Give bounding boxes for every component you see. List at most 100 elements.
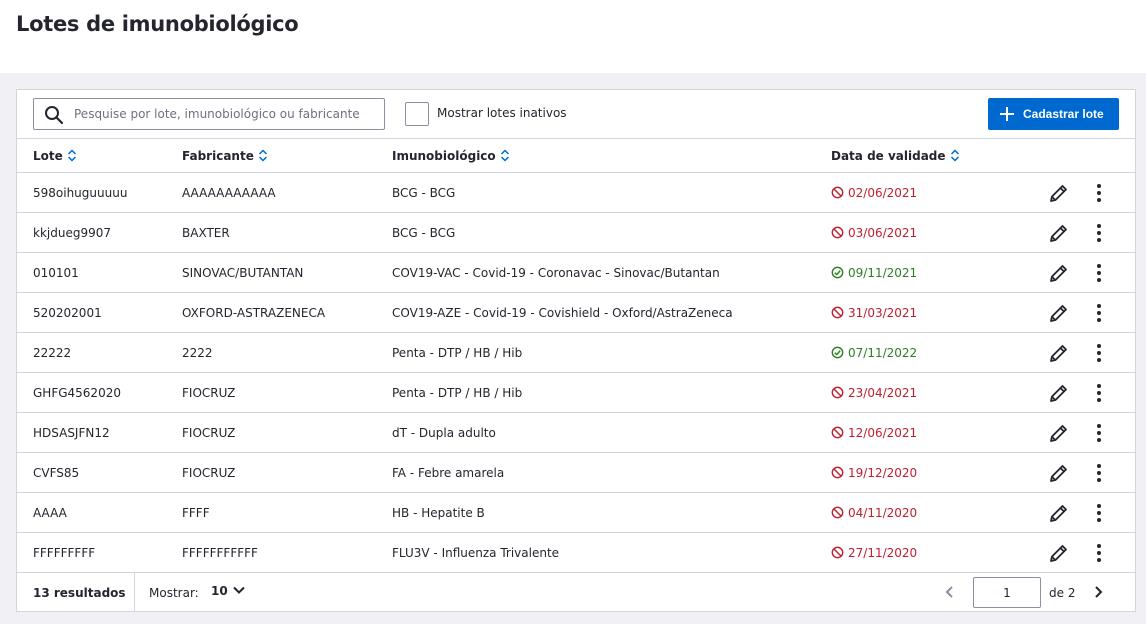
cell-data-validade: 12/06/2021 [831, 426, 917, 440]
cell-imunobiologico: BCG - BCG [392, 226, 456, 240]
pencil-icon [1050, 385, 1067, 402]
table-header: Lote Fabricante Imunobiológico Data de v… [17, 139, 1135, 173]
table-row: FFFFFFFFF FFFFFFFFFFF FLU3V - Influenza Tr… [17, 533, 1135, 573]
ban-icon [831, 426, 844, 439]
cell-data-validade: 02/06/2021 [831, 186, 917, 200]
cell-data-validade: 07/11/2022 [831, 346, 917, 360]
pencil-icon [1050, 305, 1067, 322]
add-lot-button[interactable]: Cadastrar lote [988, 98, 1119, 130]
chevron-down-icon [232, 586, 245, 594]
footer-divider [134, 573, 135, 612]
header-imunobiologico[interactable]: Imunobiológico [392, 149, 510, 163]
cell-data-validade: 23/04/2021 [831, 386, 917, 400]
cell-imunobiologico: Penta - DTP / HB / Hib [392, 346, 523, 360]
header-fabricante[interactable]: Fabricante [182, 149, 268, 163]
edit-button[interactable] [1047, 421, 1071, 445]
table-row: 010101 SINOVAC/BUTANTAN COV19-VAC - Covid-… [17, 253, 1135, 293]
more-options-button[interactable] [1087, 461, 1111, 485]
edit-button[interactable] [1047, 501, 1071, 525]
cell-fabricante: FFFF [182, 506, 210, 520]
pencil-icon [1050, 345, 1067, 362]
cell-fabricante: BAXTER [182, 226, 230, 240]
more-vertical-icon [1097, 264, 1101, 282]
edit-button[interactable] [1047, 381, 1071, 405]
cell-lote: 598oihuguuuuu [33, 186, 128, 200]
cell-data-validade: 09/11/2021 [831, 266, 917, 280]
table-row: 598oihuguuuuu AAAAAAAAAAA BCG - BCG 02/06/2… [17, 173, 1135, 213]
validade-text: 02/06/2021 [848, 186, 918, 200]
page-size-select[interactable]: 10 [211, 583, 246, 603]
cell-lote: GHFG4562020 [33, 386, 121, 400]
more-options-button[interactable] [1087, 421, 1111, 445]
total-pages: de 2 [1049, 586, 1076, 600]
search-box[interactable] [33, 98, 385, 130]
ban-icon [831, 186, 844, 199]
edit-button[interactable] [1047, 181, 1071, 205]
pencil-icon [1050, 265, 1067, 282]
cell-fabricante: FFFFFFFFFFF [182, 546, 258, 560]
validade-text: 03/06/2021 [848, 226, 918, 240]
pencil-icon [1050, 425, 1067, 442]
edit-button[interactable] [1047, 301, 1071, 325]
table-row: kkjdueg9907 BAXTER BCG - BCG 03/06/2021 [17, 213, 1135, 253]
more-options-button[interactable] [1087, 341, 1111, 365]
sort-icon [950, 149, 959, 162]
edit-button[interactable] [1047, 461, 1071, 485]
edit-button[interactable] [1047, 541, 1071, 565]
sort-icon [67, 149, 76, 162]
ban-icon [831, 506, 844, 519]
table-row: GHFG4562020 FIOCRUZ Penta - DTP / HB / Hib… [17, 373, 1135, 413]
more-options-button[interactable] [1087, 501, 1111, 525]
validade-text: 09/11/2021 [848, 266, 918, 280]
table-row: CVFS85 FIOCRUZ FA - Febre amarela 19/12/202… [17, 453, 1135, 493]
more-vertical-icon [1097, 184, 1101, 202]
validade-text: 12/06/2021 [848, 426, 918, 440]
more-vertical-icon [1097, 464, 1101, 482]
validade-text: 19/12/2020 [848, 466, 918, 480]
pencil-icon [1050, 225, 1067, 242]
page-header: Lotes de imunobiológico [0, 0, 1146, 73]
cell-lote: kkjdueg9907 [33, 226, 111, 240]
pencil-icon [1050, 465, 1067, 482]
chevron-left-icon[interactable] [941, 583, 959, 601]
page-size-label: Mostrar: [149, 586, 199, 600]
cell-fabricante: FIOCRUZ [182, 386, 236, 400]
show-inactive-label[interactable]: Mostrar lotes inativos [437, 106, 567, 120]
edit-button[interactable] [1047, 221, 1071, 245]
cell-data-validade: 27/11/2020 [831, 546, 917, 560]
header-lote[interactable]: Lote [33, 149, 77, 163]
sort-icon [500, 149, 509, 162]
ban-icon [831, 546, 844, 559]
page-number-input[interactable] [973, 577, 1041, 608]
cell-imunobiologico: BCG - BCG [392, 186, 456, 200]
edit-button[interactable] [1047, 341, 1071, 365]
cell-fabricante: FIOCRUZ [182, 466, 236, 480]
chevron-right-icon[interactable] [1089, 583, 1107, 601]
table-row: AAAA FFFF HB - Hepatite B 04/11/2020 [17, 493, 1135, 533]
more-options-button[interactable] [1087, 261, 1111, 285]
search-input[interactable] [74, 99, 379, 129]
cell-imunobiologico: Penta - DTP / HB / Hib [392, 386, 523, 400]
cell-lote: 520202001 [33, 306, 102, 320]
cell-imunobiologico: FA - Febre amarela [392, 466, 505, 480]
plus-icon [1000, 107, 1014, 121]
ban-icon [831, 306, 844, 319]
pencil-icon [1050, 185, 1067, 202]
edit-button[interactable] [1047, 261, 1071, 285]
ban-icon [831, 466, 844, 479]
ban-icon [831, 226, 844, 239]
more-vertical-icon [1097, 544, 1101, 562]
cell-lote: CVFS85 [33, 466, 80, 480]
more-options-button[interactable] [1087, 301, 1111, 325]
more-options-button[interactable] [1087, 181, 1111, 205]
more-options-button[interactable] [1087, 381, 1111, 405]
search-icon [45, 106, 64, 125]
show-inactive-checkbox[interactable] [405, 102, 429, 126]
header-data-validade[interactable]: Data de validade [831, 149, 960, 163]
more-vertical-icon [1097, 424, 1101, 442]
cell-lote: AAAA [33, 506, 67, 520]
more-options-button[interactable] [1087, 221, 1111, 245]
more-vertical-icon [1097, 384, 1101, 402]
more-options-button[interactable] [1087, 541, 1111, 565]
cell-fabricante: 2222 [182, 346, 213, 360]
